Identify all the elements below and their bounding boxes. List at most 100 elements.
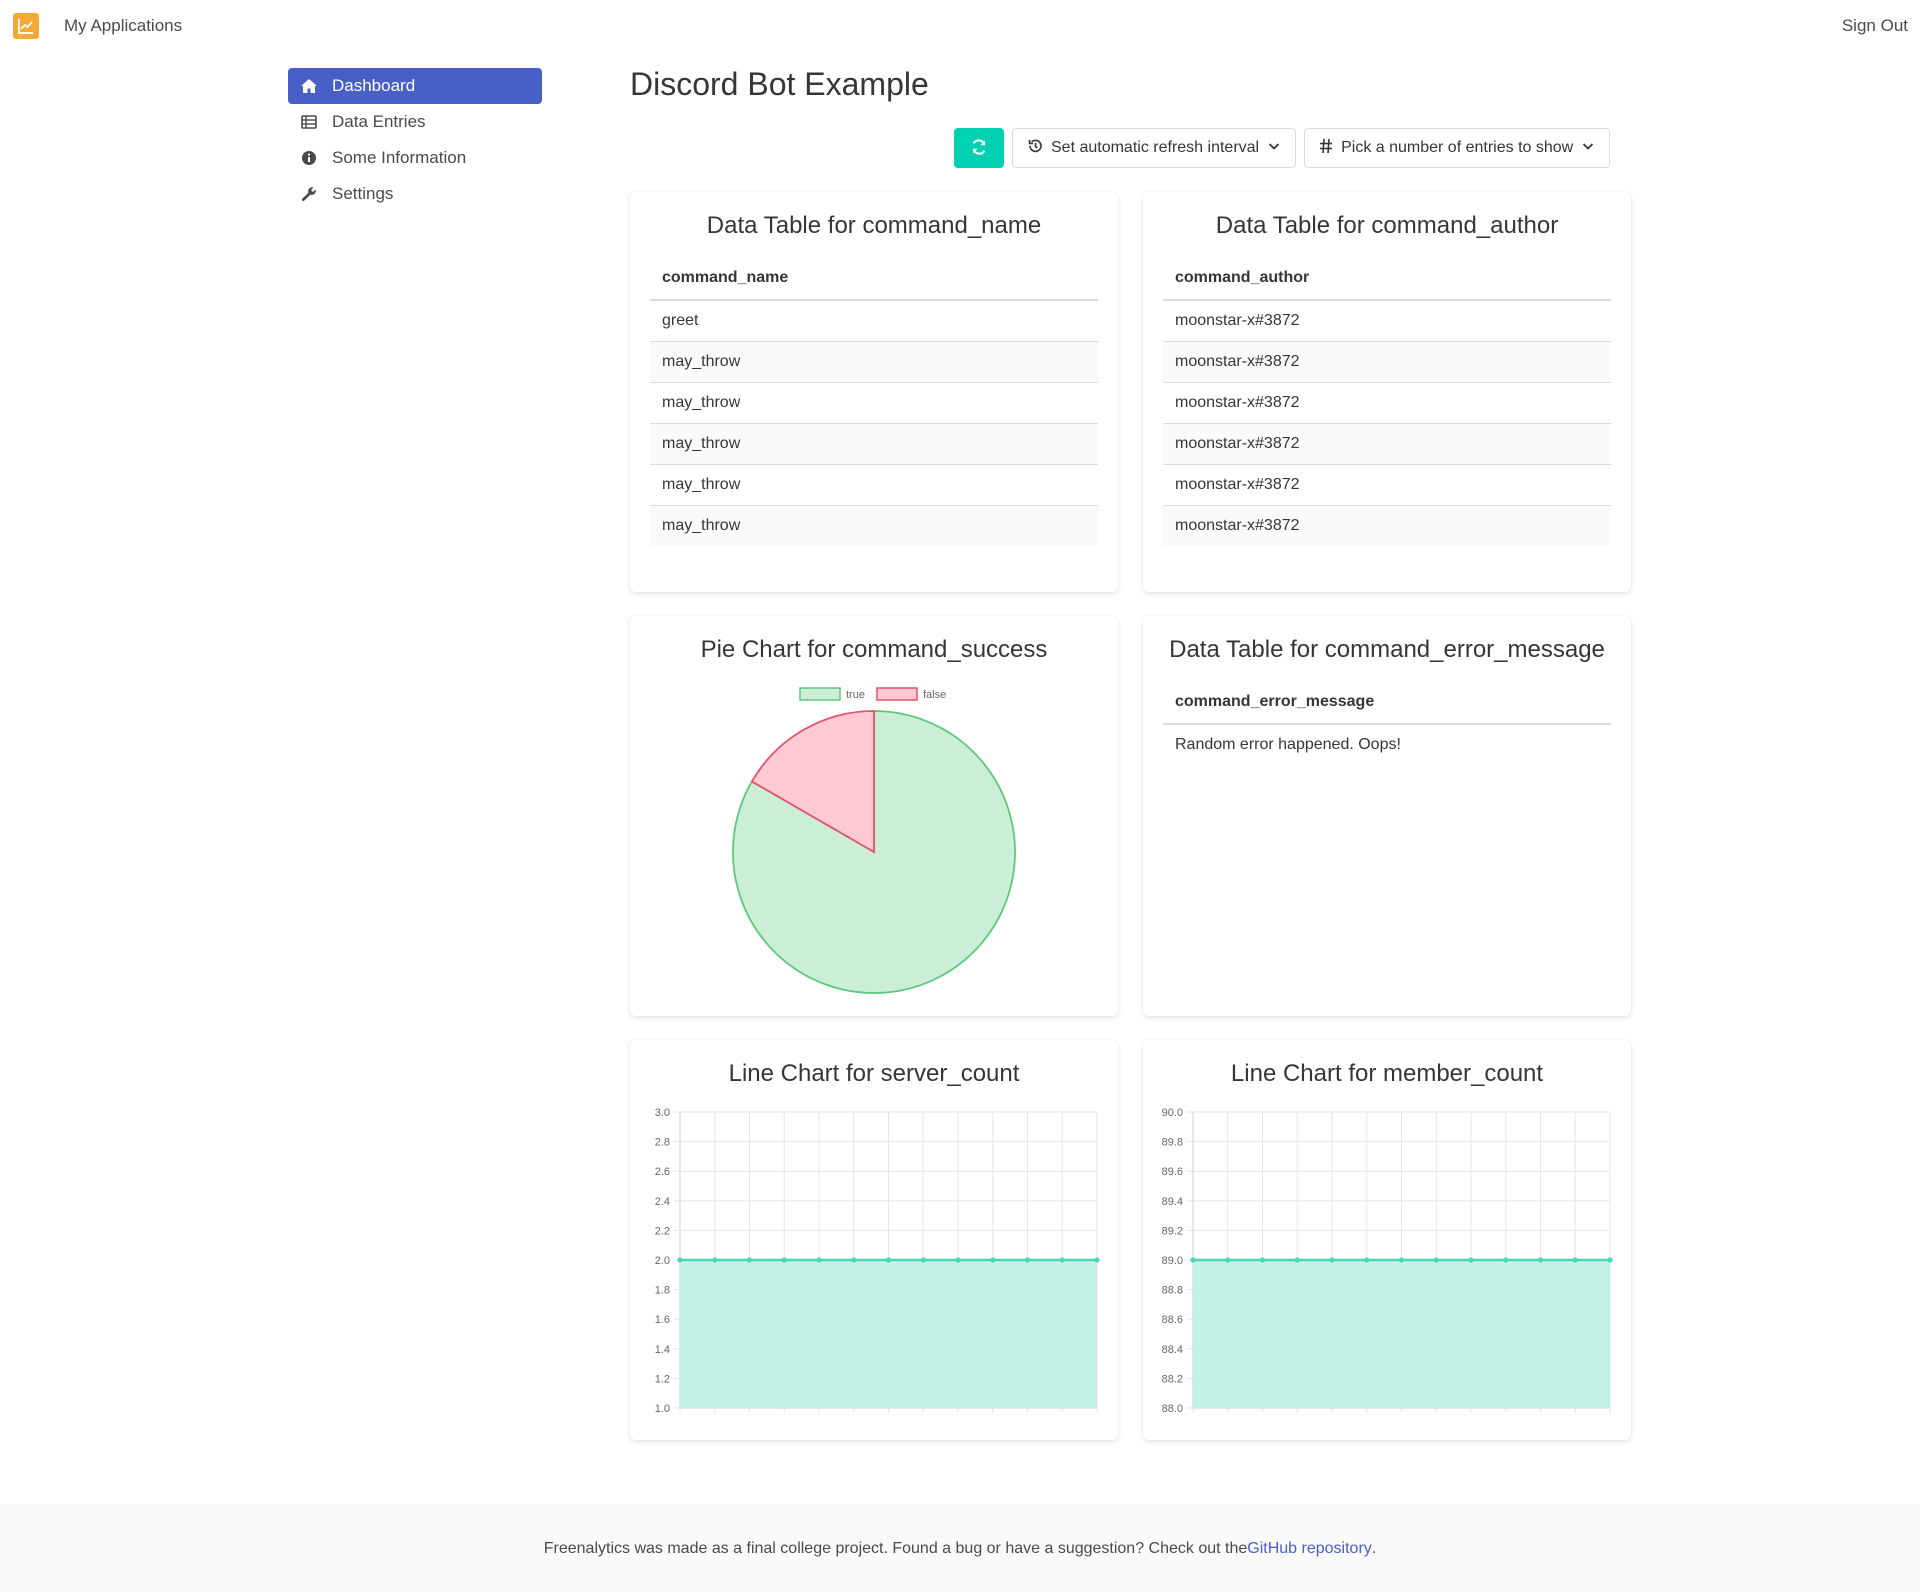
data-point (781, 1257, 787, 1263)
data-point (1433, 1257, 1439, 1263)
card-title: Data Table for command_name (706, 212, 1042, 239)
data-point (1364, 1257, 1370, 1263)
table-row: may_throw (650, 464, 1098, 506)
refresh-interval-label: Set automatic refresh interval (1051, 139, 1260, 156)
y-tick-label: 2.0 (655, 1255, 670, 1267)
card-command-success: Pie Chart for command_success true false (630, 616, 1118, 1016)
sidebar-item-label: Settings (332, 184, 394, 203)
data-point (1572, 1257, 1578, 1263)
y-tick-label: 1.4 (655, 1344, 670, 1356)
y-tick-label: 1.0 (655, 1403, 670, 1415)
pie-chart: true false (732, 687, 1016, 994)
table-row: may_throw (650, 382, 1098, 424)
data-point (677, 1257, 683, 1263)
table-cell: moonstar-x#3872 (1163, 300, 1611, 342)
table-row: may_throw (650, 423, 1098, 465)
card-server-count: Line Chart for server_count 1.0 1.2 1.4 1.6… (630, 1040, 1118, 1440)
data-point (885, 1257, 892, 1263)
data-point (1329, 1257, 1335, 1263)
table-cell: may_throw (650, 464, 1098, 506)
sidebar-item-dashboard[interactable]: Dashboard (288, 68, 542, 104)
footer-end: . (1371, 1540, 1377, 1557)
line-chart-server-count: 1.0 1.2 1.4 1.6 1.8 2.0 2.2 2.4 2.6 2.8 3.0 (655, 1107, 1100, 1415)
table-cell: may_throw (650, 341, 1098, 383)
y-tick-label: 2.8 (655, 1137, 670, 1149)
footer-text: Freenalytics was made as a final college… (543, 1540, 1248, 1557)
info-circle-icon (298, 148, 320, 168)
wrench-icon (298, 184, 320, 204)
refresh-button[interactable] (954, 128, 1004, 168)
data-point (990, 1257, 996, 1263)
chevron-down-icon (1581, 139, 1595, 158)
table-row: moonstar-x#3872 (1163, 300, 1611, 342)
sidebar: Dashboard Data Entries Some Information (288, 68, 542, 212)
table-cell: moonstar-x#3872 (1163, 341, 1611, 383)
top-navbar: My Applications Sign Out (0, 0, 1920, 52)
y-tick-label: 89.0 (1162, 1255, 1183, 1267)
table-icon (298, 112, 320, 132)
data-point (1190, 1257, 1196, 1263)
footer: Freenalytics was made as a final college… (0, 1504, 1920, 1592)
card-title: Data Table for command_author (1215, 212, 1559, 239)
data-point (1398, 1257, 1405, 1263)
sidebar-item-label: Dashboard (332, 76, 416, 95)
y-tick-label: 1.2 (655, 1373, 670, 1385)
y-tick-label: 88.0 (1162, 1403, 1183, 1415)
sidebar-item-some-information[interactable]: Some Information (288, 140, 542, 176)
data-table-command-name: command_name greet may_throw may_throw m… (650, 266, 1098, 546)
github-repository-link[interactable]: GitHub repository (1247, 1540, 1372, 1558)
sidebar-item-settings[interactable]: Settings (288, 176, 542, 212)
table-row: moonstar-x#3872 (1163, 341, 1611, 383)
table-cell: may_throw (650, 505, 1098, 546)
table-row: may_throw (650, 505, 1098, 546)
card-title: Data Table for command_error_message (1169, 636, 1605, 663)
table-row: moonstar-x#3872 (1163, 382, 1611, 424)
data-point (920, 1257, 926, 1263)
chevron-down-icon (1267, 139, 1281, 158)
sidebar-item-label: Data Entries (332, 112, 426, 131)
sidebar-item-label: Some Information (332, 148, 467, 167)
y-tick-label: 89.4 (1162, 1196, 1183, 1208)
data-point (1059, 1257, 1065, 1263)
data-point (1294, 1257, 1300, 1263)
table-row: moonstar-x#3872 (1163, 464, 1611, 506)
y-tick-label: 2.2 (655, 1225, 670, 1237)
data-point (851, 1257, 857, 1263)
entries-count-dropdown[interactable]: Pick a number of entries to show (1304, 128, 1611, 168)
home-icon (298, 76, 320, 96)
sign-out-link[interactable]: Sign Out (1842, 16, 1908, 36)
data-point (1094, 1257, 1100, 1263)
data-point (1259, 1257, 1266, 1263)
nav-my-applications-link[interactable]: My Applications (64, 16, 182, 36)
card-command-error-message: Data Table for command_error_message com… (1143, 616, 1631, 1016)
table-header: command_name (650, 266, 1098, 301)
data-point (1503, 1257, 1509, 1263)
history-icon (1027, 138, 1043, 159)
sidebar-item-data-entries[interactable]: Data Entries (288, 104, 542, 140)
table-cell: moonstar-x#3872 (1163, 505, 1611, 546)
refresh-interval-dropdown[interactable]: Set automatic refresh interval (1012, 128, 1297, 168)
data-point (1024, 1257, 1031, 1263)
line-chart-member-count: 88.0 88.2 88.4 88.6 88.8 89.0 89.2 89.4 89.6 89.8… (1162, 1107, 1613, 1415)
table-header: command_error_message (1163, 690, 1611, 725)
data-point (1468, 1257, 1474, 1263)
y-tick-label: 3.0 (655, 1107, 670, 1119)
card-member-count: Line Chart for member_count 88.0 88.2 88.4… (1143, 1040, 1631, 1440)
y-tick-label: 88.8 (1162, 1285, 1183, 1297)
table-cell: may_throw (650, 382, 1098, 424)
y-tick-label: 88.6 (1162, 1314, 1183, 1326)
y-tick-label: 89.6 (1162, 1166, 1183, 1178)
table-row: moonstar-x#3872 (1163, 423, 1611, 465)
data-point (712, 1257, 718, 1263)
y-tick-label: 1.8 (655, 1285, 670, 1297)
y-tick-label: 2.4 (655, 1196, 670, 1208)
table-cell: moonstar-x#3872 (1163, 382, 1611, 424)
data-table-command-error-message: command_error_message Random error happe… (1163, 690, 1611, 765)
data-point (746, 1257, 753, 1263)
table-header: command_author (1163, 266, 1611, 301)
data-point (816, 1257, 822, 1263)
chart-line-icon[interactable] (13, 13, 39, 39)
series-area (680, 1260, 1097, 1408)
entries-count-label: Pick a number of entries to show (1341, 139, 1574, 156)
table-row: Random error happened. Oops! (1163, 724, 1611, 765)
